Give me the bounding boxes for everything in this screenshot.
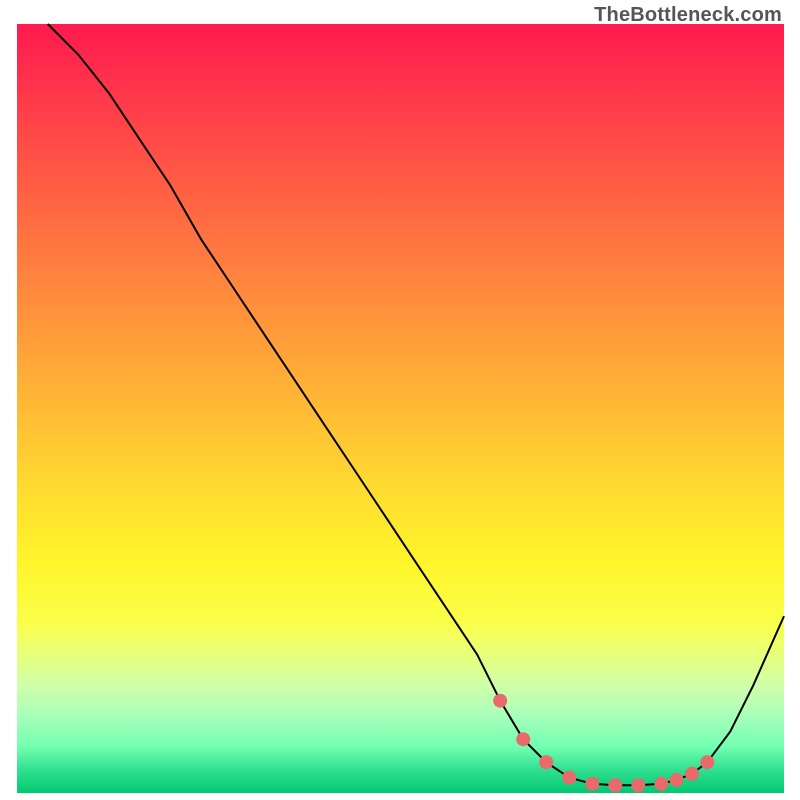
chart-container: TheBottleneck.com bbox=[0, 0, 800, 800]
data-marker bbox=[654, 777, 668, 791]
data-marker bbox=[700, 755, 714, 769]
data-marker bbox=[539, 755, 553, 769]
plot-area bbox=[17, 24, 784, 793]
data-marker bbox=[670, 773, 684, 787]
data-marker bbox=[493, 694, 507, 708]
data-marker bbox=[562, 771, 576, 785]
data-marker bbox=[608, 778, 622, 792]
data-marker bbox=[585, 777, 599, 791]
data-marker bbox=[516, 732, 530, 746]
curve-line bbox=[48, 24, 784, 785]
data-marker bbox=[631, 778, 645, 792]
data-marker bbox=[685, 767, 699, 781]
line-chart bbox=[17, 24, 784, 793]
